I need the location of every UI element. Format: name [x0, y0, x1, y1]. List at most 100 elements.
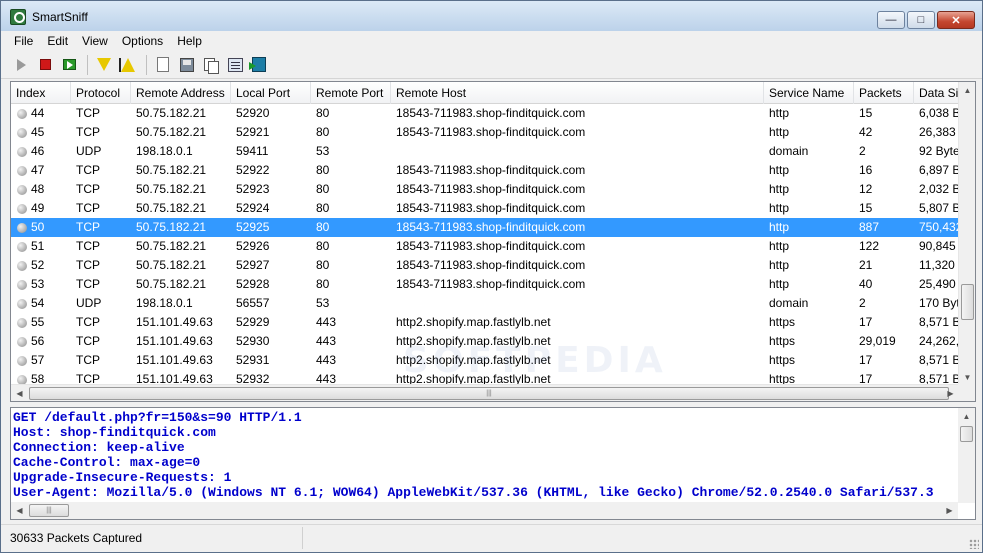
toolbar-separator	[146, 54, 147, 75]
table-row-selected[interactable]: 50 TCP 50.75.182.21 52925 80 18543-711983.sho…	[11, 218, 959, 237]
column-header-index[interactable]: Index	[11, 82, 71, 104]
detail-horizontal-scrollbar[interactable]: ◀ ||| ▶	[11, 502, 958, 519]
cell-service-name: http	[769, 106, 790, 120]
detail-vertical-scrollbar[interactable]: ▲	[958, 408, 975, 503]
table-row[interactable]: 52 TCP 50.75.182.21 52927 80 18543-711983.sho…	[11, 256, 959, 275]
column-header-remote-address[interactable]: Remote Address	[131, 82, 231, 104]
detail-scroll-right-icon[interactable]: ▶	[941, 502, 958, 519]
table-row[interactable]: 51 TCP 50.75.182.21 52926 80 18543-711983.sho…	[11, 237, 959, 256]
copy-button[interactable]	[200, 54, 222, 76]
cell-packets: 29,019	[859, 334, 896, 348]
new-button[interactable]	[152, 54, 174, 76]
cell-protocol: TCP	[76, 277, 100, 291]
detail-scroll-thumb[interactable]	[960, 426, 973, 442]
packet-content-text[interactable]: GET /default.php?fr=150&s=90 HTTP/1.1 Hos…	[13, 410, 957, 506]
app-window: SmartSniff — □ ✕ File Edit View Options …	[0, 0, 983, 553]
window-title: SmartSniff	[32, 10, 88, 24]
table-row[interactable]: 49 TCP 50.75.182.21 52924 80 18543-711983.sho…	[11, 199, 959, 218]
cell-remote-host: 18543-711983.shop-finditquick.com	[396, 106, 586, 120]
cell-remote-port: 53	[316, 144, 330, 158]
column-header-service-name[interactable]: Service Name	[764, 82, 854, 104]
packet-detail-pane[interactable]: GET /default.php?fr=150&s=90 HTTP/1.1 Hos…	[10, 407, 976, 520]
cell-local-port: 52929	[236, 315, 270, 329]
scroll-up-icon[interactable]: ▲	[959, 82, 975, 99]
detail-scroll-left-icon[interactable]: ◀	[11, 502, 28, 519]
display-filter-button[interactable]	[93, 54, 115, 76]
capture-options-button[interactable]	[58, 54, 80, 76]
connection-status-icon	[17, 127, 27, 138]
watermark: SOFTPEDIA	[403, 340, 667, 381]
cell-protocol: TCP	[76, 106, 100, 120]
connection-status-icon	[17, 222, 27, 233]
column-header-remote-port[interactable]: Remote Port	[311, 82, 391, 104]
table-row[interactable]: 54 UDP 198.18.0.1 56557 53 domain 2 170 Bytes	[11, 294, 959, 313]
menu-options[interactable]: Options	[115, 31, 170, 51]
table-row[interactable]: 48 TCP 50.75.182.21 52923 80 18543-711983.sho…	[11, 180, 959, 199]
cell-data-size: 8,571 Bytes	[919, 353, 959, 367]
table-row[interactable]: 45 TCP 50.75.182.21 52921 80 18543-711983.sho…	[11, 123, 959, 142]
packet-content-line: Host: shop-finditquick.com	[13, 425, 216, 440]
column-header-packets[interactable]: Packets	[854, 82, 914, 104]
detail-scroll-up-icon[interactable]: ▲	[958, 408, 975, 425]
cell-remote-port: 80	[316, 201, 330, 215]
list-horizontal-scrollbar[interactable]: ◀ ||| ▶	[11, 384, 959, 401]
cell-index: 54	[11, 294, 71, 313]
cell-index-text: 44	[31, 106, 45, 120]
scroll-left-icon[interactable]: ◀	[11, 385, 28, 401]
resize-grip-icon[interactable]	[969, 539, 979, 549]
maximize-icon: □	[917, 14, 925, 26]
cell-index: 57	[11, 351, 71, 370]
cell-index-text: 54	[31, 296, 45, 310]
menu-file[interactable]: File	[7, 31, 40, 51]
column-header-remote-host[interactable]: Remote Host	[391, 82, 764, 104]
menu-view[interactable]: View	[75, 31, 115, 51]
cell-index: 51	[11, 237, 71, 256]
cell-remote-port: 443	[316, 353, 337, 367]
table-row[interactable]: 44 TCP 50.75.182.21 52920 80 18543-711983.sho…	[11, 104, 959, 123]
scroll-thumb[interactable]	[961, 284, 974, 320]
scroll-corner	[958, 384, 975, 401]
connection-status-icon	[17, 203, 27, 214]
cell-protocol: TCP	[76, 315, 100, 329]
start-capture-button[interactable]	[10, 54, 32, 76]
stop-capture-button[interactable]	[34, 54, 56, 76]
copy-icon	[204, 57, 219, 74]
menu-help[interactable]: Help	[170, 31, 209, 51]
title-bar[interactable]: SmartSniff — □ ✕	[1, 1, 982, 31]
scroll-right-icon[interactable]: ▶	[942, 385, 959, 401]
cell-remote-address: 50.75.182.21	[136, 182, 207, 196]
save-button[interactable]	[176, 54, 198, 76]
column-header-data-size[interactable]: Data Size	[914, 82, 959, 104]
cell-index: 55	[11, 313, 71, 332]
packet-content-line: Upgrade-Insecure-Requests: 1	[13, 470, 232, 485]
menu-edit[interactable]: Edit	[40, 31, 75, 51]
table-row[interactable]: 55 TCP 151.101.49.63 52929 443 http2.shopify.…	[11, 313, 959, 332]
cell-protocol: TCP	[76, 163, 100, 177]
list-vertical-scrollbar[interactable]: ▲ ▼	[958, 82, 975, 386]
capture-filter-icon	[121, 57, 135, 72]
cell-data-size: 11,320 Bytes	[919, 258, 959, 272]
exit-button[interactable]	[248, 54, 270, 76]
cell-remote-host: 18543-711983.shop-finditquick.com	[396, 201, 586, 215]
column-header-protocol[interactable]: Protocol	[71, 82, 131, 104]
table-row[interactable]: 46 UDP 198.18.0.1 59411 53 domain 2 92 Bytes	[11, 142, 959, 161]
cell-local-port: 59411	[236, 144, 269, 158]
close-button[interactable]: ✕	[937, 11, 975, 29]
detail-horizontal-scroll-thumb[interactable]: |||	[29, 504, 69, 517]
cell-remote-address: 151.101.49.63	[136, 353, 213, 367]
table-row[interactable]: 53 TCP 50.75.182.21 52928 80 18543-711983.sho…	[11, 275, 959, 294]
properties-button[interactable]	[224, 54, 246, 76]
cell-local-port: 52931	[236, 353, 270, 367]
table-row[interactable]: 47 TCP 50.75.182.21 52922 80 18543-711983.sho…	[11, 161, 959, 180]
column-header-local-port[interactable]: Local Port	[231, 82, 311, 104]
cell-protocol: TCP	[76, 334, 100, 348]
packet-content-line: Cache-Control: max-age=0	[13, 455, 201, 470]
cell-service-name: http	[769, 163, 790, 177]
close-icon: ✕	[951, 14, 961, 27]
maximize-button[interactable]: □	[907, 11, 935, 29]
capture-filter-button[interactable]	[117, 54, 139, 76]
packets-list[interactable]: Index Protocol Remote Address Local Port…	[10, 81, 976, 402]
save-icon	[180, 57, 194, 72]
horizontal-scroll-thumb[interactable]: |||	[29, 387, 949, 400]
minimize-button[interactable]: —	[877, 11, 905, 29]
